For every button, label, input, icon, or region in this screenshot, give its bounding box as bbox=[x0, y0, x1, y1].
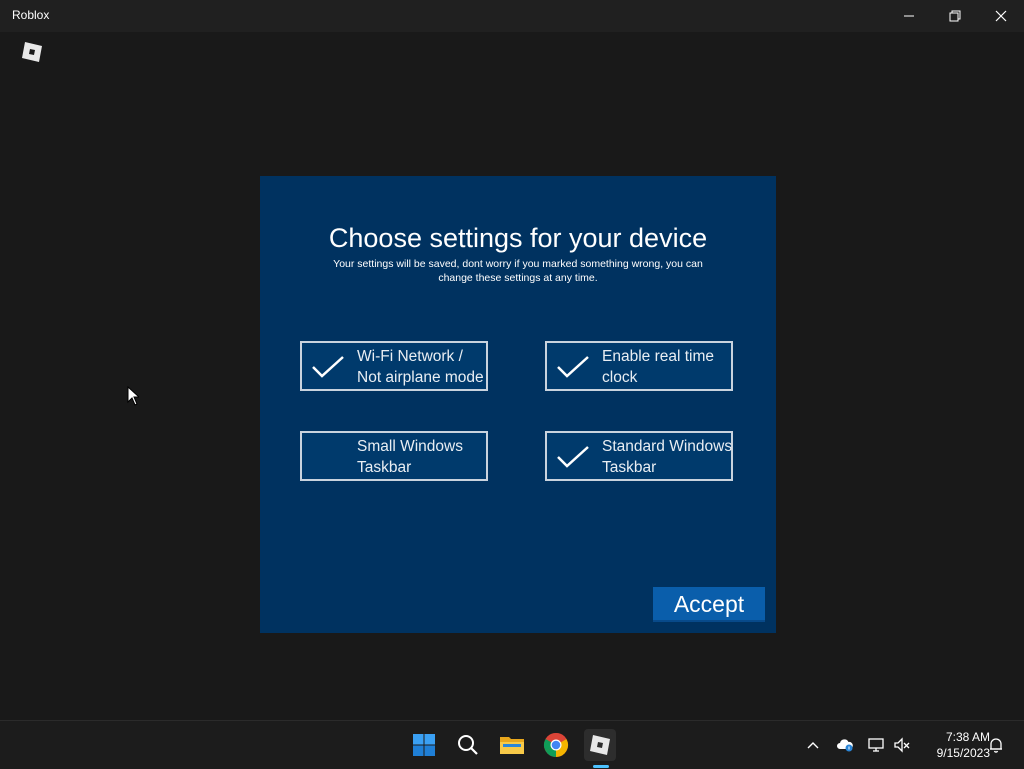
folder-icon bbox=[500, 737, 524, 754]
checkbox[interactable] bbox=[547, 343, 599, 389]
network-tray-button[interactable] bbox=[866, 735, 886, 755]
clock-time: 7:38 AM bbox=[945, 730, 990, 744]
checkmark-icon bbox=[557, 446, 589, 468]
restore-icon bbox=[949, 10, 961, 22]
show-hidden-icons-button[interactable] bbox=[803, 735, 823, 755]
option-label: Small Windows Taskbar bbox=[357, 438, 463, 476]
roblox-logo-icon bbox=[20, 40, 44, 64]
option-standard-taskbar[interactable]: Standard Windows Taskbar bbox=[545, 431, 733, 481]
checkmark-icon bbox=[312, 356, 344, 378]
option-label: Standard Windows Taskbar bbox=[602, 438, 733, 476]
checkbox[interactable] bbox=[302, 433, 354, 479]
file-explorer-button[interactable] bbox=[496, 729, 528, 761]
minimize-button[interactable] bbox=[886, 0, 932, 32]
option-label: Wi-Fi Network / Not airplane mode bbox=[357, 348, 484, 386]
volume-tray-button[interactable] bbox=[892, 735, 912, 755]
close-icon bbox=[995, 10, 1007, 22]
cloud-info-icon bbox=[837, 739, 853, 752]
notifications-button[interactable] bbox=[986, 735, 1006, 755]
system-clock[interactable]: 7:38 AM 9/15/2023 bbox=[918, 729, 990, 761]
taskbar: 7:38 AM 9/15/2023 bbox=[0, 720, 1024, 769]
option-wifi-network[interactable]: Wi-Fi Network / Not airplane mode bbox=[300, 341, 488, 391]
volume-muted-icon bbox=[894, 737, 910, 753]
mouse-cursor-icon bbox=[127, 385, 141, 410]
roblox-taskbar-button[interactable] bbox=[584, 729, 616, 761]
close-button[interactable] bbox=[978, 0, 1024, 32]
windows-start-icon bbox=[413, 734, 435, 756]
option-label: Enable real time clock bbox=[602, 348, 715, 386]
bell-icon bbox=[990, 738, 1002, 753]
search-icon bbox=[458, 735, 478, 755]
dialog-subtitle: Your settings will be saved, dont worry … bbox=[333, 258, 703, 284]
checkbox[interactable] bbox=[302, 343, 354, 389]
chrome-button[interactable] bbox=[540, 729, 572, 761]
clock-date: 9/15/2023 bbox=[936, 746, 990, 760]
onedrive-tray-button[interactable] bbox=[835, 735, 855, 755]
chevron-up-icon bbox=[807, 742, 819, 749]
checkbox[interactable] bbox=[547, 433, 599, 479]
chrome-icon bbox=[543, 732, 569, 757]
settings-dialog: Choose settings for your device Your set… bbox=[260, 176, 776, 633]
title-bar: Roblox bbox=[0, 0, 1024, 32]
search-button[interactable] bbox=[452, 729, 484, 761]
checkmark-icon bbox=[557, 356, 589, 378]
network-icon bbox=[868, 738, 884, 752]
dialog-title: Choose settings for your device bbox=[328, 223, 708, 253]
option-small-taskbar[interactable]: Small Windows Taskbar bbox=[300, 431, 488, 481]
start-button[interactable] bbox=[408, 729, 440, 761]
minimize-icon bbox=[904, 15, 914, 17]
restore-button[interactable] bbox=[932, 0, 978, 32]
accept-button[interactable]: Accept bbox=[653, 587, 765, 622]
option-real-time-clock[interactable]: Enable real time clock bbox=[545, 341, 733, 391]
window-title: Roblox bbox=[12, 8, 50, 22]
roblox-icon bbox=[590, 735, 610, 755]
